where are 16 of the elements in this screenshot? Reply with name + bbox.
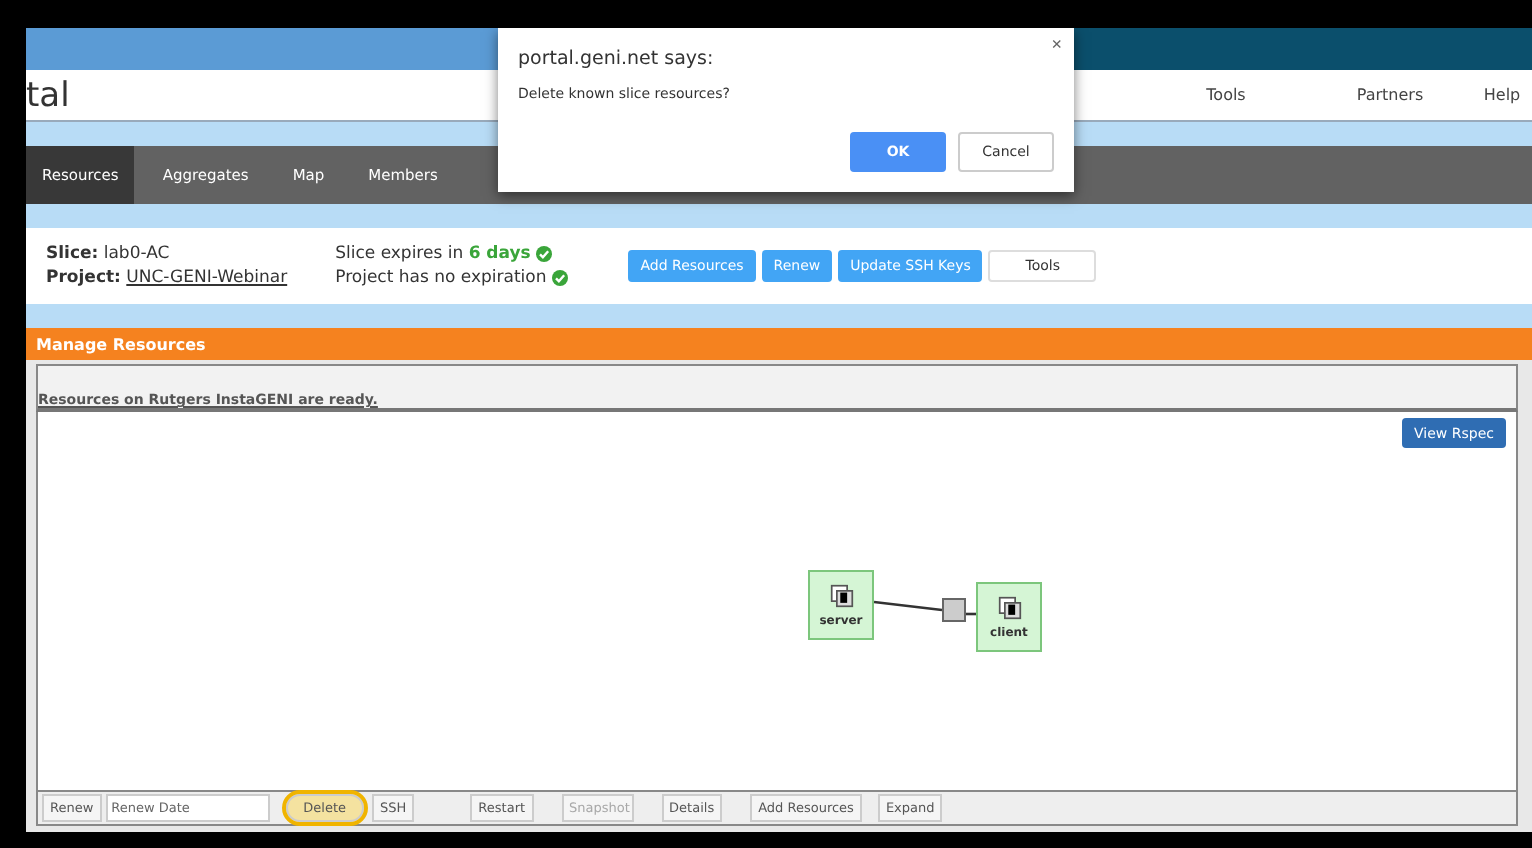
nav-link[interactable]: Help xyxy=(1472,86,1532,104)
nav-link[interactable]: Tools xyxy=(1144,86,1308,104)
section-title: Manage Resources xyxy=(36,335,206,353)
check-icon xyxy=(536,246,553,262)
site-title: tal xyxy=(26,75,70,115)
close-button[interactable]: × xyxy=(1051,34,1062,54)
project-expiry: Project has no expiration xyxy=(335,268,547,288)
check-icon xyxy=(552,270,569,286)
computer-icon xyxy=(829,583,853,607)
project-name: Project: UNC-GENI-Webinar xyxy=(46,268,288,288)
nav-link[interactable]: Partners xyxy=(1308,86,1472,104)
slice-name: Slice: lab0-AC xyxy=(46,244,172,264)
link-drawing xyxy=(874,598,976,622)
computer-icon xyxy=(997,595,1021,619)
dialog-title: portal.geni.net says: xyxy=(518,48,716,70)
slice-expiry: Slice expires in 6 days xyxy=(335,244,531,264)
